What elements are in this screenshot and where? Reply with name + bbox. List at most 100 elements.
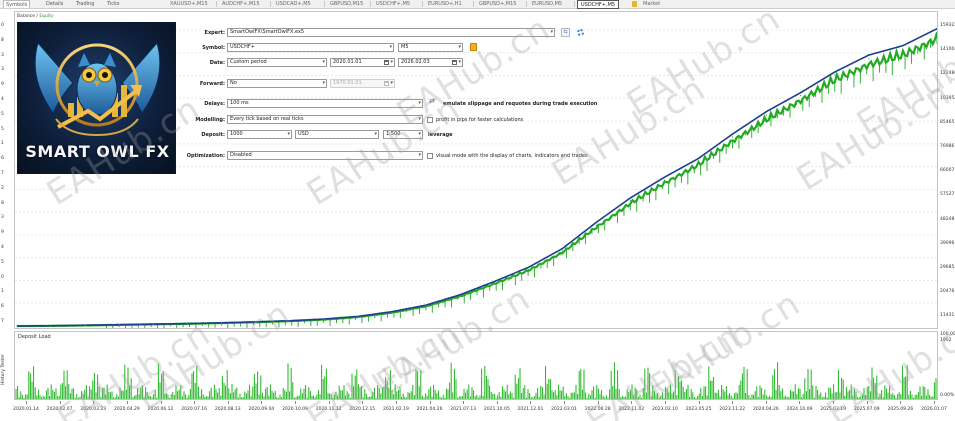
x-tick-mark: [664, 401, 666, 404]
logo-text: SMART OWL FX: [25, 142, 170, 161]
chevron-down-icon: ▾: [418, 131, 421, 137]
chart-tab[interactable]: USDCHF+,M5: [373, 0, 413, 8]
equity-point: [84, 324, 86, 326]
expert-properties-button[interactable]: ⇆: [561, 28, 570, 37]
y-tick-label: 122486: [940, 71, 955, 77]
chart-tab[interactable]: GBPUSD,M15: [327, 0, 366, 8]
slippage-text: emulate slippage and requotes during tra…: [443, 101, 598, 107]
leverage-label: leverage: [428, 132, 453, 138]
x-tick-mark: [26, 401, 27, 404]
forward-value: No: [230, 80, 237, 86]
tab-separator: [574, 1, 575, 7]
x-tick-label: 2020.03.23: [80, 407, 107, 412]
symbol-spec-icon[interactable]: [470, 43, 477, 51]
equity-point: [152, 323, 154, 325]
balance-point: [731, 133, 734, 135]
x-tick-label: 2022.03.01: [551, 407, 577, 412]
symbol-select[interactable]: USDCHF+ ▾: [227, 43, 394, 52]
deposit-value: 1000: [230, 131, 243, 137]
optimization-select[interactable]: Disabled ▾: [227, 151, 423, 160]
left-tick-label: 8: [1, 200, 4, 206]
left-tick-label: 3: [1, 67, 4, 73]
left-tick-label: 5: [1, 259, 4, 265]
equity-point: [50, 325, 52, 327]
equity-point: [186, 323, 188, 325]
x-tick-mark: [328, 401, 330, 404]
deposit-label: Deposit:: [201, 132, 225, 138]
calendar-icon[interactable]: [384, 60, 389, 65]
forward-date-value: 1970.01.01: [333, 80, 362, 86]
delays-label: Delays:: [204, 101, 225, 107]
equity-point: [493, 282, 495, 284]
x-tick-label: 2020.10.09: [282, 407, 308, 412]
x-tick-label: 2020.12.15: [349, 407, 376, 412]
equity-point: [868, 58, 870, 60]
modelling-select[interactable]: Every tick based on real ticks ▾: [227, 115, 423, 124]
x-tick-mark: [194, 401, 196, 404]
x-tick-mark: [59, 401, 61, 404]
forward-label: Forward:: [199, 81, 225, 87]
equity-point: [323, 318, 325, 321]
timeframe-select[interactable]: M5 ▾: [398, 43, 463, 52]
left-tick-label: 2: [1, 185, 4, 191]
leverage-select[interactable]: 1:500 ▾: [383, 130, 423, 139]
x-tick-mark: [496, 401, 498, 404]
x-tick-label: 2023.05.25: [685, 407, 712, 412]
chart-tab[interactable]: USDCAD+,M5: [273, 0, 314, 8]
date-to-input[interactable]: 2026.02.03 ▾: [398, 58, 463, 67]
date-from-input[interactable]: 2020.01.01 ▾: [330, 58, 395, 67]
tab-market[interactable]: Market: [640, 0, 663, 8]
chart-legend: Balance / Equity: [17, 14, 54, 19]
chart-tab[interactable]: GBPUSD+,M15: [476, 0, 519, 8]
chevron-down-icon: ▾: [418, 100, 421, 106]
tab-ticks[interactable]: Ticks: [107, 0, 120, 8]
tab-details[interactable]: Details: [46, 0, 63, 8]
tab-strip: Symbols Details Trading Ticks XAUUSD+,M1…: [0, 0, 955, 9]
forward-select[interactable]: No ▾: [227, 79, 327, 88]
profit-in-pips-checkbox[interactable]: [427, 117, 433, 123]
date-period-select[interactable]: Custom period ▾: [227, 58, 327, 67]
currency-select[interactable]: USD ▾: [295, 130, 379, 139]
deposit-input[interactable]: 1000 ▾: [227, 130, 292, 139]
chart-tab[interactable]: EURUSD+,H1: [425, 0, 465, 8]
chevron-down-icon: ▾: [390, 80, 393, 86]
tab-separator: [270, 1, 271, 7]
delays-select[interactable]: 100 ms ▾: [227, 99, 423, 108]
chevron-down-icon: ▾: [418, 116, 421, 122]
calendar-icon[interactable]: [452, 60, 457, 65]
equity-point: [663, 179, 666, 181]
left-tick-label: 0: [1, 274, 4, 280]
swap-icon[interactable]: ⇄: [429, 97, 435, 105]
equity-point: [936, 31, 937, 34]
chart-tab[interactable]: AUDCHF+,M15: [219, 0, 263, 8]
tab-symbols[interactable]: Symbols: [3, 0, 31, 8]
tab-trading[interactable]: Trading: [76, 0, 94, 8]
balance-point: [766, 110, 768, 113]
visual-mode-checkbox[interactable]: [427, 153, 433, 159]
y-tick-label: 20476: [940, 289, 955, 295]
chart-tab[interactable]: XAUUSD+,M15: [167, 0, 211, 8]
symbol-label: Symbol:: [202, 45, 225, 51]
chart-tab[interactable]: USDCHF+,M5: [577, 0, 620, 9]
modelling-label: Modelling:: [195, 117, 225, 123]
lock-icon: [632, 1, 637, 7]
x-tick-mark: [934, 401, 935, 404]
chevron-down-icon: ▾: [322, 80, 325, 86]
x-tick-mark: [564, 401, 566, 404]
x-tick-label: 2025.09.26: [887, 407, 914, 412]
x-tick-mark: [631, 401, 633, 404]
gear-icon[interactable]: [577, 29, 584, 36]
x-tick-mark: [295, 401, 297, 404]
equity-point: [766, 114, 768, 116]
x-tick-mark: [227, 401, 229, 404]
expert-select[interactable]: SmartOwlFX\SmartOwlFX.ex5 ▾: [227, 28, 555, 37]
balance-point: [800, 92, 802, 94]
deposit-load-plot: [15, 362, 937, 399]
x-tick-label: 2025.03.19: [820, 407, 846, 412]
timeframe-value: M5: [401, 44, 409, 50]
x-tick-label: 2022.06.28: [584, 407, 611, 412]
chart-tab[interactable]: EURUSD,M5: [529, 0, 565, 8]
tab-separator: [422, 1, 423, 7]
y-tick-label: 103952: [940, 95, 955, 101]
left-tick-label: 0: [1, 23, 4, 28]
